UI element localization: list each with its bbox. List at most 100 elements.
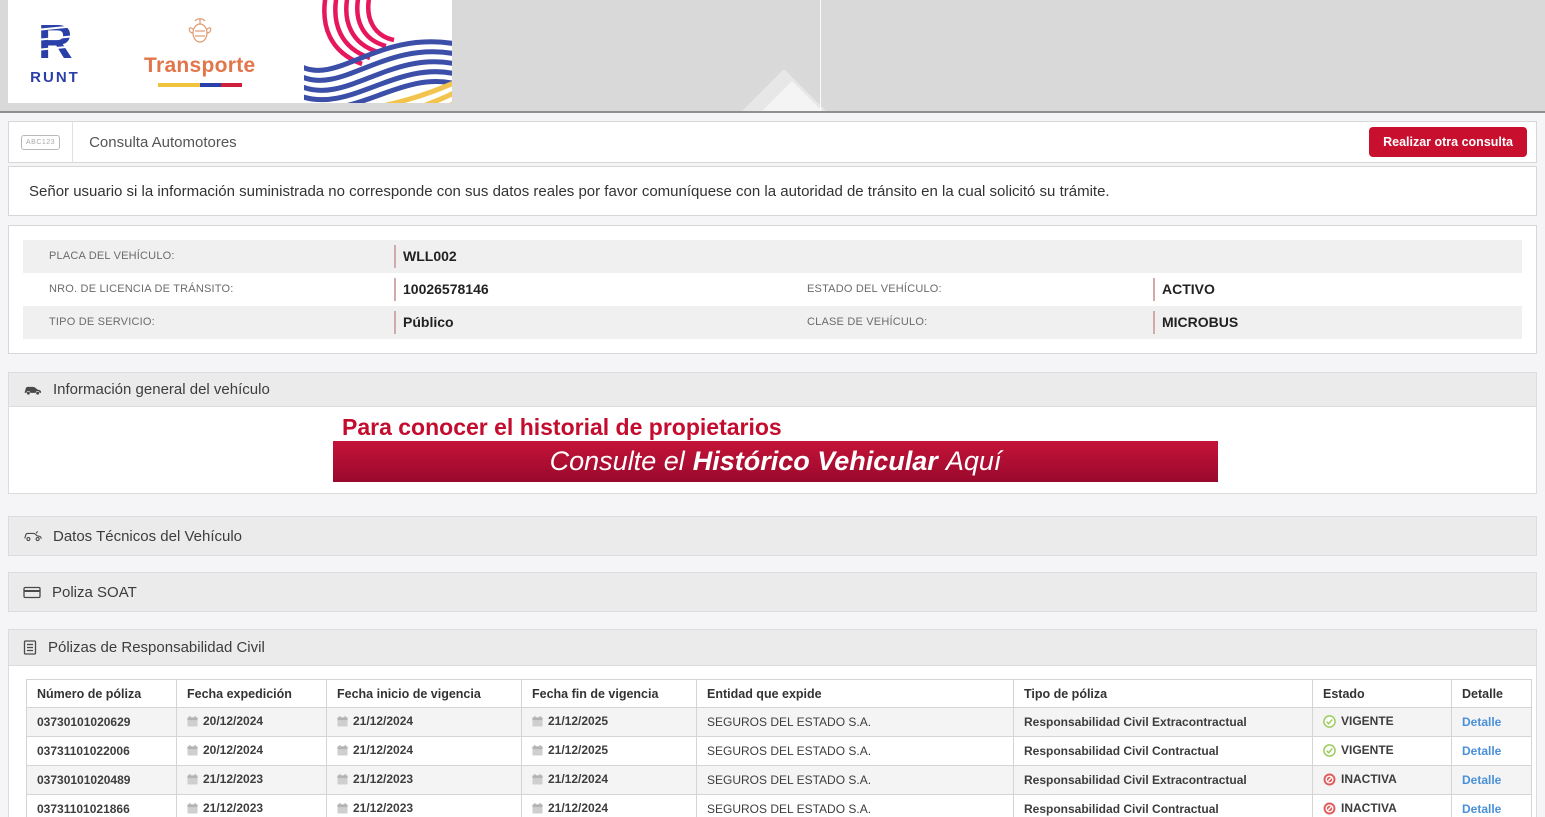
document-list-icon bbox=[23, 640, 37, 655]
notice-box: Señor usuario si la información suminist… bbox=[8, 166, 1537, 216]
car-tech-icon bbox=[23, 530, 42, 542]
runt-logo: R RUNT bbox=[24, 16, 86, 86]
section-liability-policies: Pólizas de Responsabilidad Civil Número … bbox=[8, 629, 1537, 817]
calendar-icon bbox=[532, 716, 543, 730]
calendar-icon bbox=[337, 774, 348, 788]
summary-row-service: TIPO DE SERVICIO: Público CLASE DE VEHÍC… bbox=[23, 306, 1522, 339]
policy-number: 03730101020629 bbox=[26, 707, 177, 737]
banner-cta-prefix: Consulte el bbox=[549, 446, 685, 476]
plate-label: PLACA DEL VEHÍCULO: bbox=[49, 250, 175, 262]
section-title-general-info: Información general del vehículo bbox=[53, 381, 270, 398]
summary-row-license: NRO. DE LICENCIA DE TRÁNSITO: 1002657814… bbox=[23, 273, 1522, 306]
historico-vehicular-banner: Para conocer el historial de propietario… bbox=[333, 413, 1218, 482]
end-date: 21/12/2024 bbox=[548, 801, 609, 815]
calendar-icon bbox=[187, 716, 198, 730]
service-type-value: Público bbox=[394, 306, 781, 339]
calendar-icon bbox=[187, 774, 198, 788]
policies-table: Número de póliza Fecha expedición Fecha … bbox=[26, 679, 1532, 817]
svg-text:R: R bbox=[38, 18, 73, 66]
policy-row: 03730101020629 20/12/2024 21/12/2024 21/… bbox=[26, 707, 1532, 737]
banner-cta-link[interactable]: Consulte el Histórico Vehicular Aquí bbox=[333, 441, 1218, 482]
runt-ribbon-logo-icon bbox=[298, 0, 452, 103]
issue-date: 21/12/2023 bbox=[203, 772, 264, 786]
section-header-general-info[interactable]: Información general del vehículo bbox=[9, 373, 1536, 407]
detail-link[interactable]: Detalle bbox=[1462, 744, 1501, 758]
toolbar-divider bbox=[72, 121, 74, 163]
runt-wordmark: RUNT bbox=[30, 68, 80, 86]
policy-type: Responsabilidad Civil Extracontractual bbox=[1013, 707, 1313, 737]
vehicle-class-label: CLASE DE VEHÍCULO: bbox=[807, 316, 928, 328]
status-text: INACTIVA bbox=[1341, 800, 1397, 815]
status-vigente-icon bbox=[1323, 714, 1336, 731]
section-title-liability: Pólizas de Responsabilidad Civil bbox=[48, 639, 265, 656]
section-header-soat[interactable]: Poliza SOAT bbox=[9, 573, 1536, 611]
policy-type: Responsabilidad Civil Contractual bbox=[1013, 794, 1313, 817]
entity: SEGUROS DEL ESTADO S.A. bbox=[696, 736, 1014, 766]
entity: SEGUROS DEL ESTADO S.A. bbox=[696, 765, 1014, 795]
status-text: VIGENTE bbox=[1341, 742, 1394, 757]
issue-date: 20/12/2024 bbox=[203, 714, 264, 728]
license-plate-icon: ABC123 bbox=[21, 134, 61, 150]
colombia-flag-underline bbox=[157, 82, 242, 87]
section-technical-data: Datos Técnicos del Vehículo bbox=[8, 516, 1537, 556]
license-label: NRO. DE LICENCIA DE TRÁNSITO: bbox=[49, 283, 234, 295]
col-policy-type: Tipo de póliza bbox=[1013, 679, 1313, 708]
header-divider-line bbox=[820, 0, 821, 111]
policy-type: Responsabilidad Civil Extracontractual bbox=[1013, 765, 1313, 795]
detail-link[interactable]: Detalle bbox=[1462, 802, 1501, 816]
issue-date: 20/12/2024 bbox=[203, 743, 264, 757]
summary-row-plate: PLACA DEL VEHÍCULO: WLL002 bbox=[23, 240, 1522, 273]
liability-table-container: Número de póliza Fecha expedición Fecha … bbox=[9, 666, 1536, 817]
service-type-label: TIPO DE SERVICIO: bbox=[49, 316, 155, 328]
calendar-icon bbox=[532, 745, 543, 759]
banner-headline: Para conocer el historial de propietario… bbox=[342, 414, 782, 440]
issue-date: 21/12/2023 bbox=[203, 801, 264, 815]
policy-number: 03730101020489 bbox=[26, 765, 177, 795]
detail-link[interactable]: Detalle bbox=[1462, 773, 1501, 787]
section-general-info: Información general del vehículo Para co… bbox=[8, 372, 1537, 494]
header-band: R RUNT Transporte bbox=[0, 0, 1545, 113]
status-vigente-icon bbox=[1323, 743, 1336, 760]
new-query-button[interactable]: Realizar otra consulta bbox=[1369, 127, 1527, 157]
page-title: Consulta Automotores bbox=[89, 133, 237, 151]
entity: SEGUROS DEL ESTADO S.A. bbox=[696, 794, 1014, 817]
toolbar: ABC123 Consulta Automotores Realizar otr… bbox=[8, 121, 1537, 163]
transporte-logo: Transporte bbox=[144, 17, 256, 87]
section-title-technical-data: Datos Técnicos del Vehículo bbox=[53, 527, 243, 545]
start-date: 21/12/2024 bbox=[353, 714, 414, 728]
status-text: VIGENTE bbox=[1341, 713, 1394, 728]
coat-of-arms-icon bbox=[185, 17, 215, 53]
calendar-icon bbox=[337, 803, 348, 817]
col-policy-number: Número de póliza bbox=[26, 679, 177, 708]
policy-type: Responsabilidad Civil Contractual bbox=[1013, 736, 1313, 766]
start-date: 21/12/2023 bbox=[353, 772, 414, 786]
logo-box: R RUNT Transporte bbox=[8, 0, 452, 103]
status-text: INACTIVA bbox=[1341, 771, 1397, 786]
status-inactiva-icon bbox=[1323, 802, 1336, 817]
policies-header-row: Número de póliza Fecha expedición Fecha … bbox=[26, 679, 1532, 708]
status-inactiva-icon bbox=[1323, 773, 1336, 789]
col-detail: Detalle bbox=[1451, 679, 1532, 708]
policy-row: 03731101022006 20/12/2024 21/12/2024 21/… bbox=[26, 736, 1532, 766]
calendar-icon bbox=[532, 803, 543, 817]
section-header-technical-data[interactable]: Datos Técnicos del Vehículo bbox=[9, 517, 1536, 555]
start-date: 21/12/2023 bbox=[353, 801, 414, 815]
policy-row: 03731101021866 21/12/2023 21/12/2023 21/… bbox=[26, 794, 1532, 817]
calendar-icon bbox=[187, 745, 198, 759]
section-title-soat: Poliza SOAT bbox=[52, 583, 137, 601]
col-start-date: Fecha inicio de vigencia bbox=[326, 679, 522, 708]
runt-r-icon: R bbox=[30, 16, 80, 70]
banner-cta-bold: Histórico Vehicular bbox=[692, 446, 938, 476]
section-header-liability[interactable]: Pólizas de Responsabilidad Civil bbox=[9, 630, 1536, 666]
start-date: 21/12/2024 bbox=[353, 743, 414, 757]
detail-link[interactable]: Detalle bbox=[1462, 715, 1501, 729]
col-status: Estado bbox=[1312, 679, 1452, 708]
car-icon bbox=[23, 384, 42, 396]
transporte-wordmark: Transporte bbox=[144, 53, 256, 77]
end-date: 21/12/2025 bbox=[548, 714, 609, 728]
notice-text: Señor usuario si la información suminist… bbox=[29, 182, 1110, 200]
col-issue-date: Fecha expedición bbox=[176, 679, 327, 708]
card-icon bbox=[23, 586, 41, 599]
vehicle-state-label: ESTADO DEL VEHÍCULO: bbox=[807, 283, 942, 295]
page-content: ABC123 Consulta Automotores Realizar otr… bbox=[0, 121, 1545, 817]
